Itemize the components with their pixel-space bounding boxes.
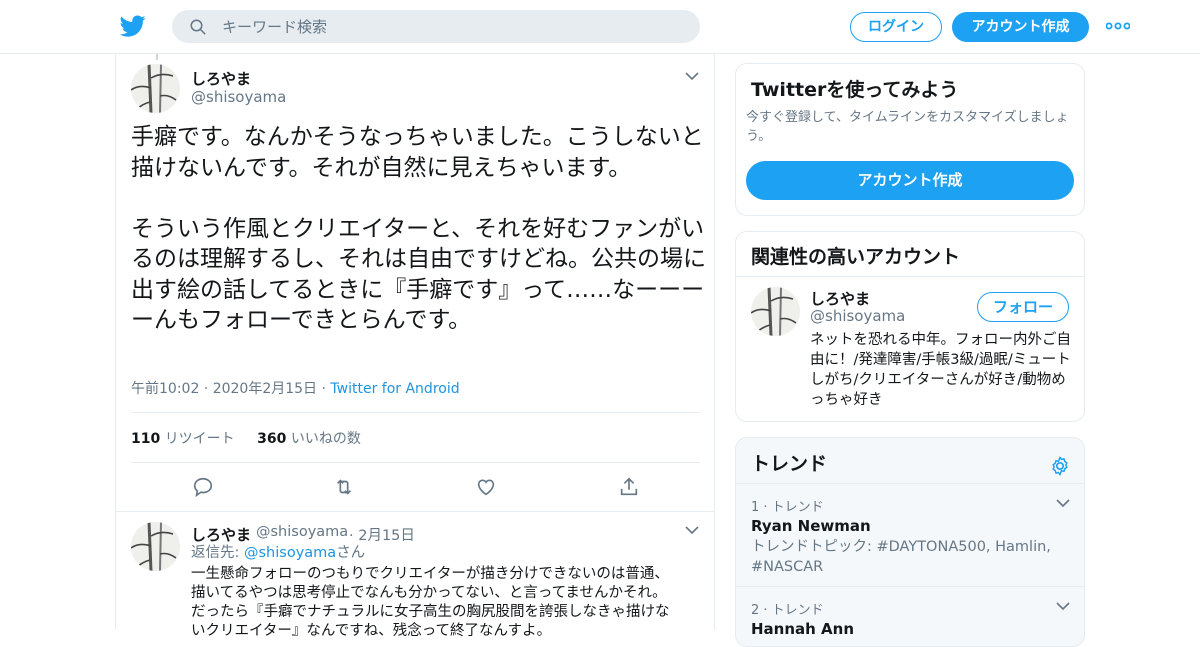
- reply-text-line: いクリエイター』なんですね、残念って終了なんすよ。: [191, 623, 552, 639]
- search-icon: [190, 19, 206, 35]
- signup-card-title: Twitterを使ってみよう: [751, 79, 959, 101]
- tweet-stats: 110 リツイート 360 いいねの数: [131, 428, 361, 448]
- chevron-down-icon[interactable]: [685, 71, 699, 81]
- related-account-handle[interactable]: @shisoyama: [810, 307, 905, 325]
- retweet-icon[interactable]: [333, 476, 355, 498]
- reply-icon[interactable]: [192, 476, 214, 498]
- divider: [131, 412, 700, 413]
- tweet-timestamp[interactable]: 午前10:02 · 2020年2月15日: [131, 381, 317, 397]
- like-heart-icon[interactable]: [475, 476, 497, 498]
- reply-author-name[interactable]: しろやま: [191, 524, 251, 545]
- avatar[interactable]: [131, 522, 180, 571]
- replying-to: 返信先: @shisoyamaさん: [191, 544, 365, 564]
- like-stat[interactable]: 360 いいねの数: [257, 431, 361, 447]
- reply-text-line: 描いてるやつは思考停止でなんも分かってない、と言ってませんかそれ。: [191, 585, 667, 601]
- search-bar: [172, 10, 700, 43]
- retweet-label: リツイート: [164, 431, 235, 447]
- related-account-name[interactable]: しろやま: [810, 288, 870, 309]
- divider: [116, 511, 714, 512]
- bamboo-avatar-image: [131, 522, 180, 571]
- divider: [131, 462, 700, 463]
- trends-title: トレンド: [751, 453, 828, 475]
- tweet-text: 手癖です。なんかそうなっちゃいました。こうしないと描けないんです。それが自然に見…: [131, 124, 706, 333]
- share-icon[interactable]: [618, 476, 640, 498]
- chevron-down-icon[interactable]: [685, 525, 699, 535]
- trends-card: トレンド 1 · トレンド Ryan Newman トレンドトピック: #DAY…: [735, 437, 1085, 647]
- trend-name[interactable]: Hannah Ann: [751, 620, 854, 638]
- trend-rank: 2 · トレンド: [751, 603, 824, 618]
- retweet-count: 110: [131, 431, 161, 447]
- tweet-author-name[interactable]: しろやま: [191, 68, 251, 89]
- follow-button[interactable]: フォロー: [977, 292, 1069, 322]
- trend-item[interactable]: 1 · トレンド Ryan Newman トレンドトピック: #DAYTONA5…: [736, 483, 1084, 586]
- tweet-meta: 午前10:02 · 2020年2月15日 · Twitter for Andro…: [131, 378, 460, 398]
- search-input[interactable]: [222, 10, 682, 43]
- thread-connector-line: [156, 54, 158, 60]
- chevron-down-icon[interactable]: [1056, 498, 1070, 508]
- tweet-source-link[interactable]: Twitter for Android: [330, 381, 459, 397]
- gear-icon[interactable]: [1049, 455, 1071, 477]
- bamboo-avatar-image: [131, 64, 180, 113]
- replying-to-prefix: 返信先:: [191, 545, 244, 561]
- signup-card-subtitle: 今すぐ登録して、タイムラインをカスタマイズしましょう。: [746, 110, 1069, 144]
- more-dots-icon[interactable]: [1106, 19, 1130, 33]
- meta-separator: ·: [317, 381, 331, 397]
- avatar[interactable]: [131, 64, 180, 113]
- replying-to-handle-link[interactable]: @shisoyama: [244, 545, 336, 561]
- reply-author-handle[interactable]: @shisoyama: [256, 524, 348, 540]
- top-navigation-bar: ログイン アカウント作成: [0, 0, 1200, 54]
- trend-rank: 1 · トレンド: [751, 500, 824, 515]
- reply-date[interactable]: · 2月15日: [349, 524, 415, 545]
- reply-text-line: 一生懸命フォローのつもりでクリエイターが描き分けできないのは普通、: [191, 566, 669, 582]
- related-accounts-title: 関連性の高いアカウント: [751, 246, 961, 268]
- signup-card-button[interactable]: アカウント作成: [746, 161, 1074, 200]
- related-accounts-card: 関連性の高いアカウント しろやま @shisoyama フォロー ネットを恐れる…: [735, 231, 1085, 422]
- replying-to-suffix: さん: [336, 545, 366, 561]
- like-label: いいねの数: [290, 431, 361, 447]
- twitter-bird-icon[interactable]: [120, 13, 146, 39]
- like-count: 360: [257, 431, 287, 447]
- chevron-down-icon[interactable]: [1056, 601, 1070, 611]
- retweet-stat[interactable]: 110 リツイート: [131, 431, 235, 447]
- signup-card: Twitterを使ってみよう 今すぐ登録して、タイムラインをカスタマイズしましょ…: [735, 63, 1085, 216]
- avatar[interactable]: [751, 287, 800, 336]
- reply-text-line: だったら『手癖でナチュラルに女子高生の胸尻股間を誇張しなきゃ描けな: [191, 604, 670, 620]
- login-button[interactable]: ログイン: [850, 12, 942, 42]
- divider: [736, 276, 1084, 277]
- bamboo-avatar-image: [751, 287, 800, 336]
- trend-item[interactable]: 2 · トレンド Hannah Ann: [736, 586, 1084, 646]
- signup-button[interactable]: アカウント作成: [952, 12, 1089, 42]
- main-timeline-column: しろやま @shisoyama 手癖です。なんかそうなっちゃいました。こうしない…: [115, 54, 715, 639]
- trend-description: トレンドトピック: #DAYTONA500, Hamlin, #NASCAR: [751, 539, 1051, 575]
- tweet-author-handle[interactable]: @shisoyama: [191, 88, 286, 106]
- trend-name[interactable]: Ryan Newman: [751, 517, 871, 535]
- related-account-bio: ネットを恐れる中年。フォロー内外ご自由に！/発達障害/手帳3級/過眠/ミュートし…: [810, 332, 1071, 408]
